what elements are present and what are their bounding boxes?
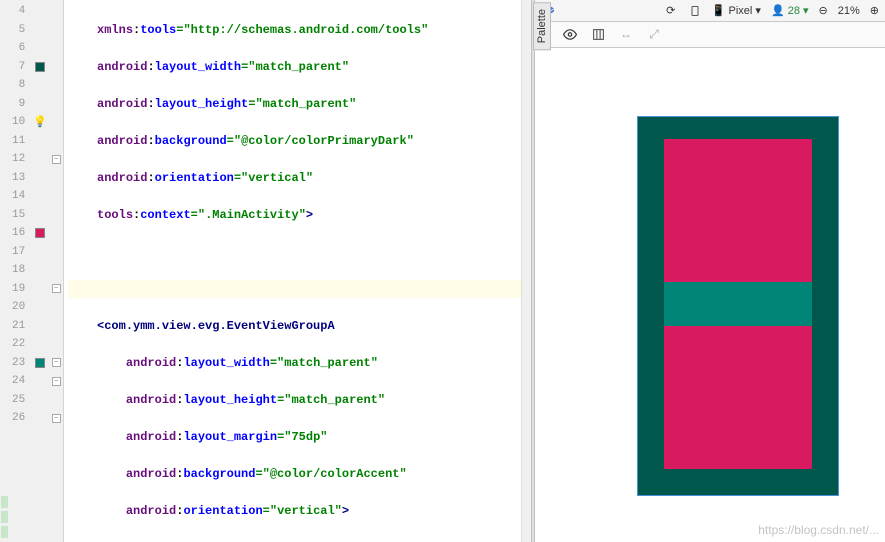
error-stripe[interactable]: [521, 0, 531, 542]
device-frame[interactable]: [637, 116, 839, 496]
fold-toggle-icon[interactable]: −: [52, 284, 61, 293]
device-selector[interactable]: 📱 Pixel ▾: [712, 4, 761, 17]
color-swatch-primary-dark[interactable]: [35, 62, 45, 72]
lightbulb-icon[interactable]: 💡: [33, 115, 47, 129]
code-area[interactable]: xmlns:tools="http://schemas.android.com/…: [64, 0, 521, 542]
layout-preview-pane: Palette ⟳ 📱 Pixel ▾ 👤 28 ▾ ⊖ 21% ⊕ ↔ ⤢ h…: [535, 0, 885, 542]
color-swatch-primary[interactable]: [35, 358, 45, 368]
color-swatch-accent[interactable]: [35, 228, 45, 238]
change-markers: [1, 496, 8, 538]
expand-icon[interactable]: ⤢: [647, 28, 661, 42]
api-selector[interactable]: 👤 28 ▾: [771, 4, 809, 17]
line-numbers: 4567891011121314151617181920212223242526: [8, 0, 31, 542]
watermark-text: https://blog.csdn.net/...: [758, 523, 879, 537]
zoom-label: 21%: [838, 5, 860, 17]
orientation-icon[interactable]: [688, 4, 702, 18]
preview-canvas[interactable]: https://blog.csdn.net/...: [535, 48, 885, 542]
preview-toolbar-top: ⟳ 📱 Pixel ▾ 👤 28 ▾ ⊖ 21% ⊕: [535, 0, 885, 22]
fold-column: − − − − −: [49, 0, 63, 542]
refresh-icon[interactable]: ⟳: [664, 4, 678, 18]
fold-toggle-icon[interactable]: −: [52, 155, 61, 164]
pan-icon[interactable]: ↔: [619, 28, 633, 42]
preview-toolbar-sub: ↔ ⤢: [535, 22, 885, 48]
blueprint-icon[interactable]: [591, 28, 605, 42]
zoom-in-button[interactable]: ⊕: [870, 4, 879, 17]
code-editor-pane: 4567891011121314151617181920212223242526…: [8, 0, 531, 542]
gutter-icons: 💡: [31, 0, 49, 542]
fold-toggle-icon[interactable]: −: [52, 414, 61, 423]
fold-toggle-icon[interactable]: −: [52, 358, 61, 367]
fold-toggle-icon[interactable]: −: [52, 377, 61, 386]
zoom-out-button[interactable]: ⊖: [819, 4, 828, 17]
event-view-a[interactable]: [664, 282, 812, 326]
eye-icon[interactable]: [563, 28, 577, 42]
editor-gutter: 4567891011121314151617181920212223242526…: [8, 0, 64, 542]
left-margin-strip: [0, 0, 8, 542]
palette-tab[interactable]: Palette: [533, 2, 551, 50]
